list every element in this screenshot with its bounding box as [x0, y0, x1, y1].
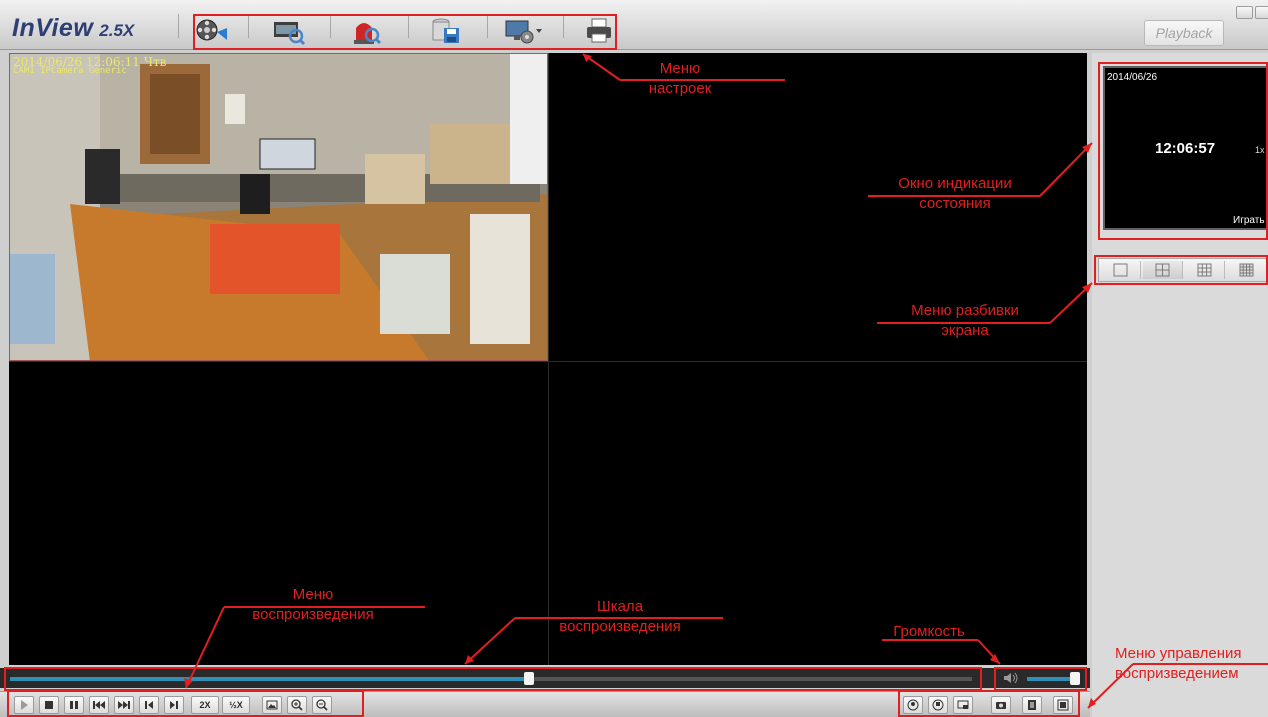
toolbar-divider: [248, 14, 249, 38]
backup-storage-icon[interactable]: [430, 16, 464, 46]
audio-on-button[interactable]: [903, 696, 923, 714]
status-speed: 1x: [1255, 145, 1265, 155]
seek-slider[interactable]: [10, 672, 972, 685]
annotation-volume: Громкость: [893, 623, 965, 640]
playback-control-bar: 2X ½X: [0, 691, 1090, 717]
record-button[interactable]: [1022, 696, 1042, 714]
snapshot-button[interactable]: [991, 696, 1011, 714]
annotation-split-menu: Меню разбивки экрана: [911, 302, 1019, 339]
annotation-settings-menu: Меню настроек: [648, 60, 712, 97]
status-time: 12:06:57: [1155, 140, 1216, 157]
playback-mode-button[interactable]: Playback: [1144, 20, 1224, 46]
fullscreen-button[interactable]: [1053, 696, 1073, 714]
prev-frame-button[interactable]: [139, 696, 159, 714]
volume-slider[interactable]: [1027, 672, 1080, 685]
toolbar-divider: [563, 14, 564, 38]
toolbar-divider: [408, 14, 409, 38]
split-4x4-button[interactable]: [1227, 261, 1267, 279]
annotation-playback-control-menu: Меню управления воспризведением: [1115, 645, 1242, 682]
status-state: Играть: [1233, 215, 1265, 226]
screen-split-menu: [1098, 258, 1268, 282]
fast-forward-button[interactable]: [114, 696, 134, 714]
toolbar-divider: [487, 14, 488, 38]
toolbar-divider: [178, 14, 179, 38]
toolbar-divider: [330, 14, 331, 38]
alarm-search-icon[interactable]: [350, 16, 384, 46]
annotation-seek-scale: Шкала воспроизведения: [559, 598, 681, 635]
status-indicator-window: 2014/06/26 12:06:57 1x Играть: [1103, 66, 1268, 230]
settings-display-icon[interactable]: [505, 16, 542, 46]
brand-name: InView: [12, 14, 94, 42]
zoom-out-button[interactable]: [312, 696, 332, 714]
stop-button[interactable]: [39, 696, 59, 714]
seek-handle[interactable]: [524, 672, 535, 685]
inview-window: InView 2.5X Playback 2014/06/26 12:06:11…: [0, 0, 1268, 717]
camera-reel-icon[interactable]: [195, 16, 229, 46]
app-logo: InView 2.5X: [12, 14, 134, 43]
fast-rewind-button[interactable]: [89, 696, 109, 714]
seek-volume-bar: [0, 668, 1090, 688]
audio-off-button[interactable]: [928, 696, 948, 714]
zoom-in-button[interactable]: [287, 696, 307, 714]
minimize-window-button[interactable]: [1236, 6, 1253, 19]
volume-level: [1027, 677, 1075, 681]
window-button[interactable]: [953, 696, 973, 714]
close-window-button[interactable]: [1255, 6, 1268, 19]
osd-camera-name: CAM1 IPCamera Generic: [13, 66, 127, 76]
speed-2x-button[interactable]: 2X: [191, 696, 219, 714]
volume-handle[interactable]: [1069, 672, 1080, 685]
speaker-icon[interactable]: [1003, 672, 1019, 684]
image-button[interactable]: [262, 696, 282, 714]
app-version: 2.5X: [99, 21, 135, 40]
annotation-status-window: Окно индикации состояния: [898, 175, 1012, 212]
camera-1-tile[interactable]: 2014/06/26 12:06:11 Чтв CAM1 IPCamera Ge…: [9, 53, 548, 361]
next-frame-button[interactable]: [164, 696, 184, 714]
pause-button[interactable]: [64, 696, 84, 714]
speed-half-button[interactable]: ½X: [222, 696, 250, 714]
top-toolbar: InView 2.5X Playback: [0, 0, 1268, 50]
status-date: 2014/06/26: [1107, 72, 1158, 83]
split-1x1-button[interactable]: [1101, 261, 1141, 279]
seek-progress: [10, 677, 530, 681]
print-icon[interactable]: [584, 16, 618, 46]
play-button[interactable]: [14, 696, 34, 714]
annotation-playback-menu: Меню воспроизведения: [252, 586, 374, 623]
camera-1-video-frame: [10, 54, 547, 360]
split-3x3-button[interactable]: [1185, 261, 1225, 279]
video-grid[interactable]: 2014/06/26 12:06:11 Чтв CAM1 IPCamera Ge…: [9, 53, 1087, 665]
search-video-icon[interactable]: [272, 16, 306, 46]
split-2x2-button[interactable]: [1143, 261, 1183, 279]
